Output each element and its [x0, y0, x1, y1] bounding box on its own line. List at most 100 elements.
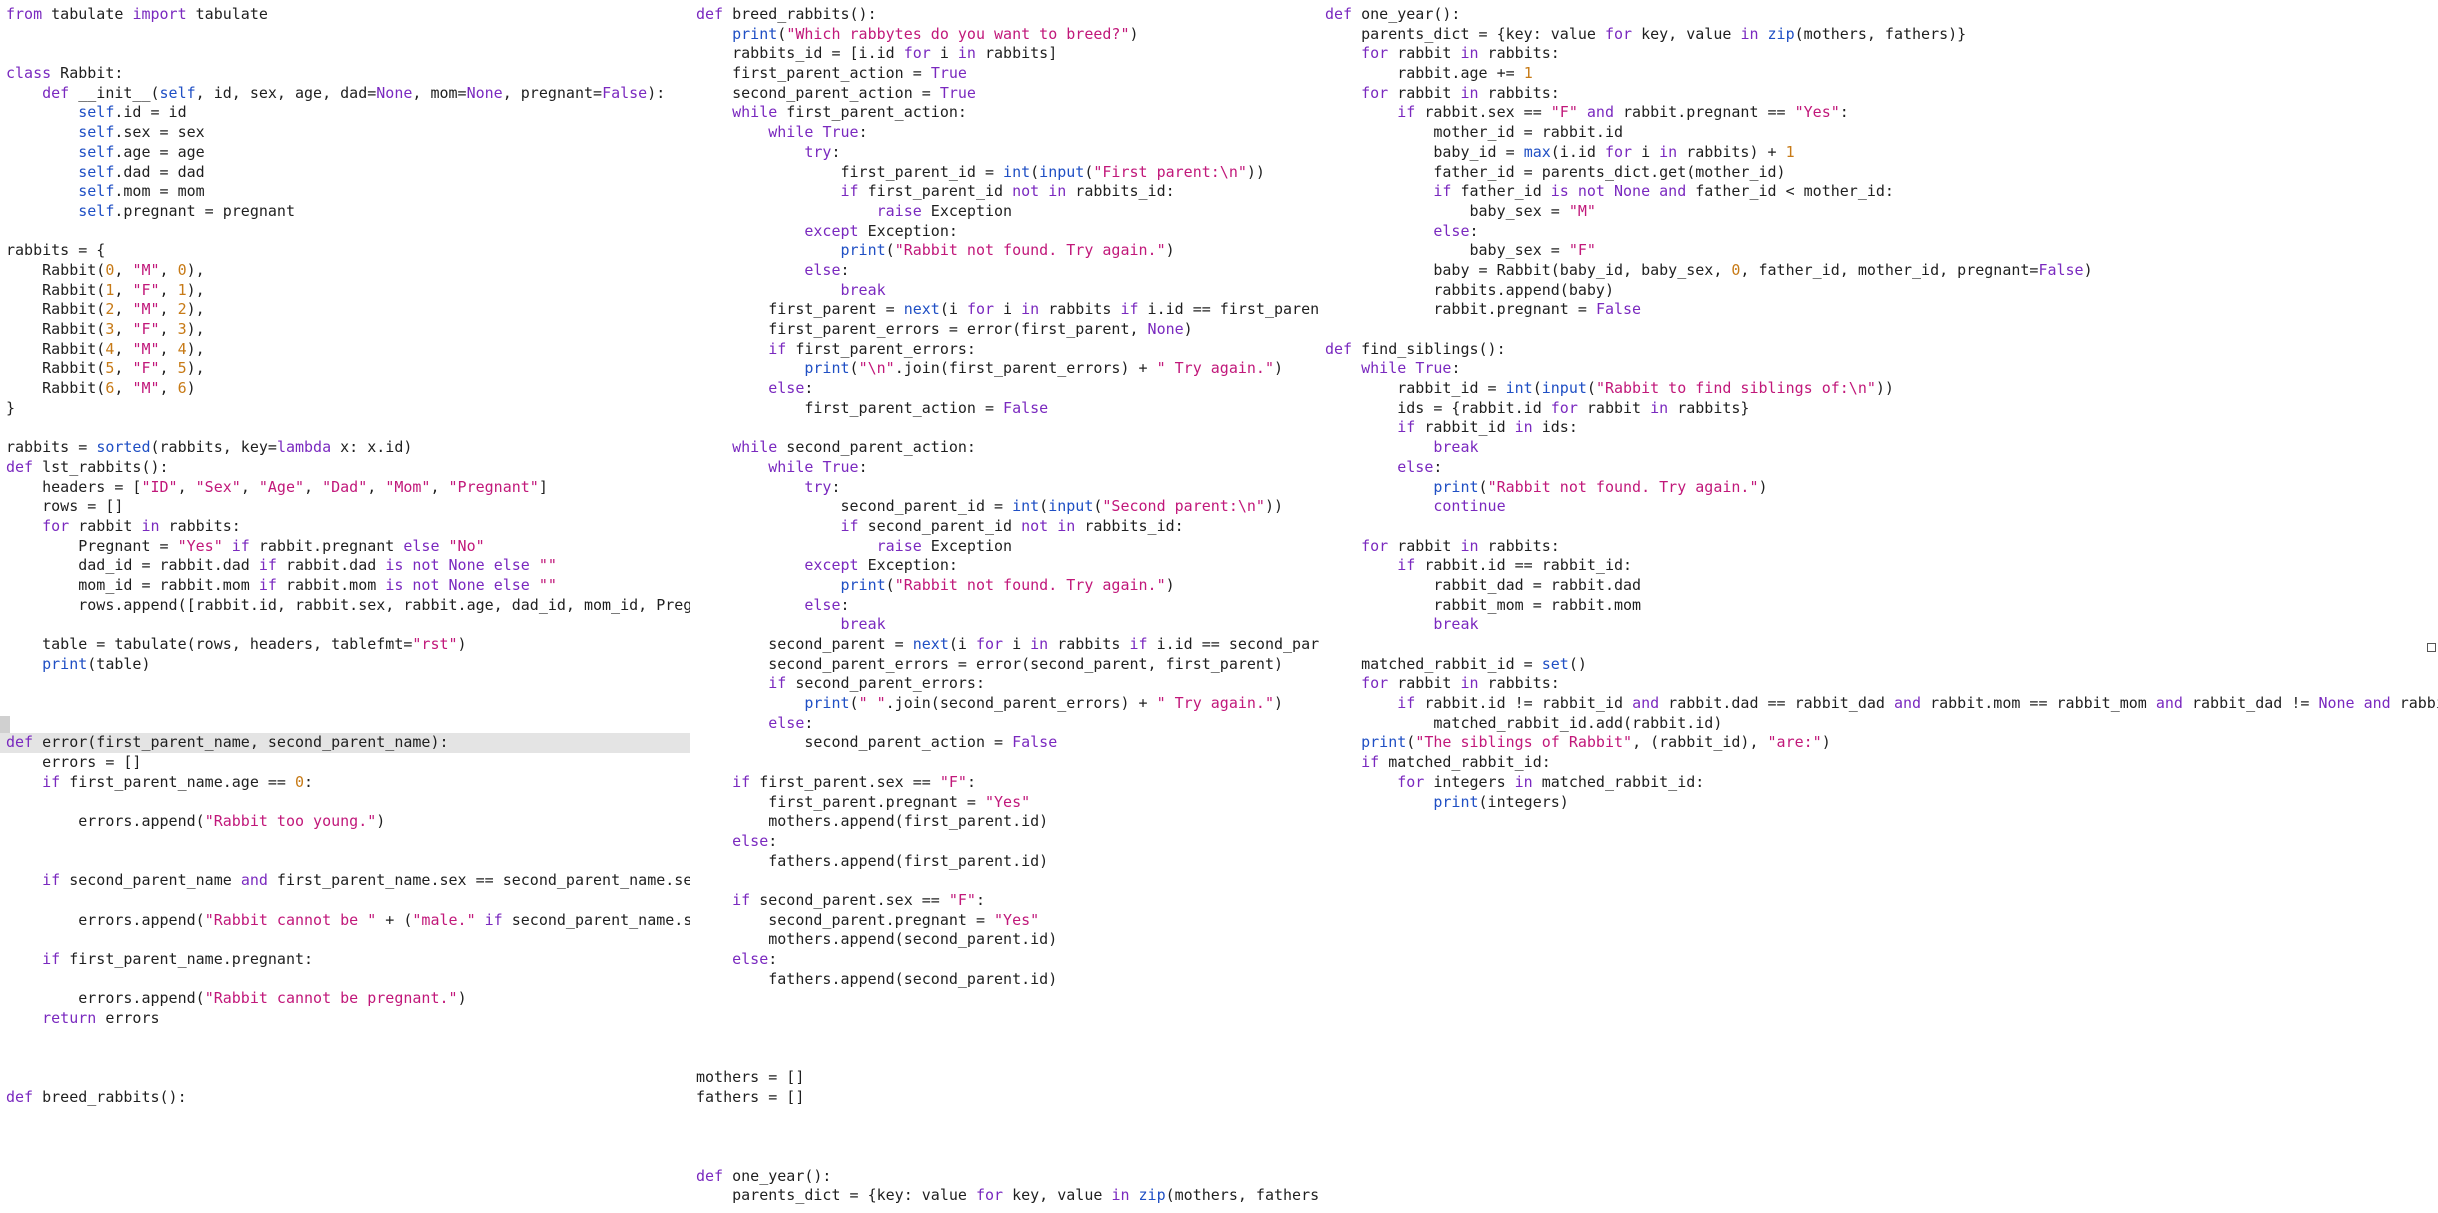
- code-line[interactable]: second_parent_errors = error(second_pare…: [696, 655, 1319, 675]
- code-line[interactable]: else:: [696, 261, 1319, 281]
- code-line[interactable]: first_parent = next(i for i in rabbits i…: [696, 300, 1319, 320]
- scroll-edge-marker[interactable]: [2427, 643, 2436, 652]
- code-line[interactable]: ​: [6, 615, 690, 635]
- code-line[interactable]: first_parent_action = True: [696, 64, 1319, 84]
- code-line[interactable]: print("The siblings of Rabbit", (rabbit_…: [1325, 733, 2438, 753]
- code-line[interactable]: for rabbit in rabbits:: [1325, 44, 2438, 64]
- code-line[interactable]: second_parent_id = int(input("Second par…: [696, 497, 1319, 517]
- code-line[interactable]: parents_dict = {key: value for key, valu…: [696, 1186, 1319, 1206]
- code-line[interactable]: rabbits = sorted(rabbits, key=lambda x: …: [6, 438, 690, 458]
- code-line[interactable]: while True:: [696, 123, 1319, 143]
- code-line[interactable]: def breed_rabbits():: [696, 5, 1319, 25]
- code-line[interactable]: Rabbit(0, "M", 0),: [6, 261, 690, 281]
- code-line[interactable]: ​: [696, 1108, 1319, 1128]
- code-line[interactable]: if first_parent_name.age == 0:: [6, 773, 690, 793]
- code-line[interactable]: break: [696, 615, 1319, 635]
- code-line[interactable]: else:: [696, 832, 1319, 852]
- code-line[interactable]: self.sex = sex: [6, 123, 690, 143]
- code-line[interactable]: if first_parent_name.pregnant:: [6, 950, 690, 970]
- code-line[interactable]: fathers.append(first_parent.id): [696, 852, 1319, 872]
- code-block[interactable]: def breed_rabbits(): print("Which rabbyt…: [696, 5, 1319, 1206]
- code-line[interactable]: second_parent_action = False: [696, 733, 1319, 753]
- code-line[interactable]: else:: [696, 596, 1319, 616]
- code-line[interactable]: parents_dict = {key: value for key, valu…: [1325, 25, 2438, 45]
- code-line[interactable]: ​: [696, 1029, 1319, 1049]
- code-block[interactable]: from tabulate import tabulate​​class Rab…: [0, 5, 690, 1108]
- code-line[interactable]: ​: [6, 694, 690, 714]
- code-line[interactable]: first_parent_id = int(input("First paren…: [696, 163, 1319, 183]
- code-line[interactable]: ​: [6, 930, 690, 950]
- code-line[interactable]: baby_sex = "F": [1325, 241, 2438, 261]
- code-line[interactable]: print("Which rabbytes do you want to bre…: [696, 25, 1319, 45]
- code-line[interactable]: return errors: [6, 1009, 690, 1029]
- code-line[interactable]: self.age = age: [6, 143, 690, 163]
- code-line[interactable]: break: [1325, 615, 2438, 635]
- code-line[interactable]: def __init__(self, id, sex, age, dad=Non…: [6, 84, 690, 104]
- code-line[interactable]: self.dad = dad: [6, 163, 690, 183]
- code-line[interactable]: Rabbit(4, "M", 4),: [6, 340, 690, 360]
- code-line[interactable]: ​: [6, 714, 690, 734]
- code-line[interactable]: ​: [696, 989, 1319, 1009]
- code-line[interactable]: ​: [1325, 517, 2438, 537]
- code-line[interactable]: if father_id is not None and father_id <…: [1325, 182, 2438, 202]
- code-line[interactable]: mothers.append(first_parent.id): [696, 812, 1319, 832]
- code-line[interactable]: while first_parent_action:: [696, 103, 1319, 123]
- code-line[interactable]: raise Exception: [696, 202, 1319, 222]
- code-line[interactable]: print(" ".join(second_parent_errors) + "…: [696, 694, 1319, 714]
- code-line[interactable]: if first_parent_id not in rabbits_id:: [696, 182, 1319, 202]
- code-line[interactable]: break: [1325, 438, 2438, 458]
- code-line[interactable]: second_parent_action = True: [696, 84, 1319, 104]
- code-line[interactable]: break: [696, 281, 1319, 301]
- code-line[interactable]: ​: [6, 25, 690, 45]
- code-line[interactable]: father_id = parents_dict.get(mother_id): [1325, 163, 2438, 183]
- code-line[interactable]: Rabbit(1, "F", 1),: [6, 281, 690, 301]
- code-line[interactable]: rabbit_mom = rabbit.mom: [1325, 596, 2438, 616]
- code-line[interactable]: if rabbit.id == rabbit_id:: [1325, 556, 2438, 576]
- code-line[interactable]: def find_siblings():: [1325, 340, 2438, 360]
- code-line[interactable]: Pregnant = "Yes" if rabbit.pregnant else…: [6, 537, 690, 557]
- code-line[interactable]: if second_parent_id not in rabbits_id:: [696, 517, 1319, 537]
- code-line[interactable]: baby_sex = "M": [1325, 202, 2438, 222]
- code-line[interactable]: rabbit_dad = rabbit.dad: [1325, 576, 2438, 596]
- code-line[interactable]: errors.append("Rabbit cannot be pregnant…: [6, 989, 690, 1009]
- code-line[interactable]: if first_parent.sex == "F":: [696, 773, 1319, 793]
- code-line[interactable]: self.mom = mom: [6, 182, 690, 202]
- code-line[interactable]: first_parent_action = False: [696, 399, 1319, 419]
- code-line[interactable]: mothers.append(second_parent.id): [696, 930, 1319, 950]
- code-line[interactable]: mother_id = rabbit.id: [1325, 123, 2438, 143]
- editor-pane-middle[interactable]: def breed_rabbits(): print("Which rabbyt…: [690, 0, 1319, 1213]
- code-line[interactable]: if matched_rabbit_id:: [1325, 753, 2438, 773]
- code-line[interactable]: matched_rabbit_id.add(rabbit.id): [1325, 714, 2438, 734]
- code-line[interactable]: }: [6, 399, 690, 419]
- code-line[interactable]: def one_year():: [1325, 5, 2438, 25]
- code-line[interactable]: matched_rabbit_id = set(): [1325, 655, 2438, 675]
- code-line[interactable]: if first_parent_errors:: [696, 340, 1319, 360]
- code-line[interactable]: Rabbit(6, "M", 6): [6, 379, 690, 399]
- code-line[interactable]: headers = ["ID", "Sex", "Age", "Dad", "M…: [6, 478, 690, 498]
- code-line[interactable]: table = tabulate(rows, headers, tablefmt…: [6, 635, 690, 655]
- code-line[interactable]: class Rabbit:: [6, 64, 690, 84]
- code-line[interactable]: while second_parent_action:: [696, 438, 1319, 458]
- code-line[interactable]: try:: [696, 143, 1319, 163]
- code-line[interactable]: def breed_rabbits():: [6, 1088, 690, 1108]
- code-line[interactable]: print("Rabbit not found. Try again."): [696, 241, 1319, 261]
- code-line[interactable]: ​: [6, 970, 690, 990]
- code-line[interactable]: errors.append("Rabbit too young."): [6, 812, 690, 832]
- code-line[interactable]: ​: [6, 1068, 690, 1088]
- code-line[interactable]: ​: [696, 1127, 1319, 1147]
- code-line[interactable]: second_parent = next(i for i in rabbits …: [696, 635, 1319, 655]
- code-line[interactable]: for rabbit in rabbits:: [6, 517, 690, 537]
- code-line[interactable]: for rabbit in rabbits:: [1325, 84, 2438, 104]
- code-line[interactable]: ​: [696, 1009, 1319, 1029]
- code-line[interactable]: def error(first_parent_name, second_pare…: [0, 733, 690, 754]
- code-line[interactable]: while True:: [696, 458, 1319, 478]
- code-line[interactable]: Rabbit(5, "F", 5),: [6, 359, 690, 379]
- code-line[interactable]: dad_id = rabbit.dad if rabbit.dad is not…: [6, 556, 690, 576]
- code-line[interactable]: errors.append("Rabbit cannot be " + ("ma…: [6, 911, 690, 931]
- code-line[interactable]: rabbit_id = int(input("Rabbit to find si…: [1325, 379, 2438, 399]
- code-line[interactable]: print(integers): [1325, 793, 2438, 813]
- code-line[interactable]: ​: [696, 871, 1319, 891]
- code-line[interactable]: raise Exception: [696, 537, 1319, 557]
- code-line[interactable]: while True:: [1325, 359, 2438, 379]
- code-line[interactable]: print(table): [6, 655, 690, 675]
